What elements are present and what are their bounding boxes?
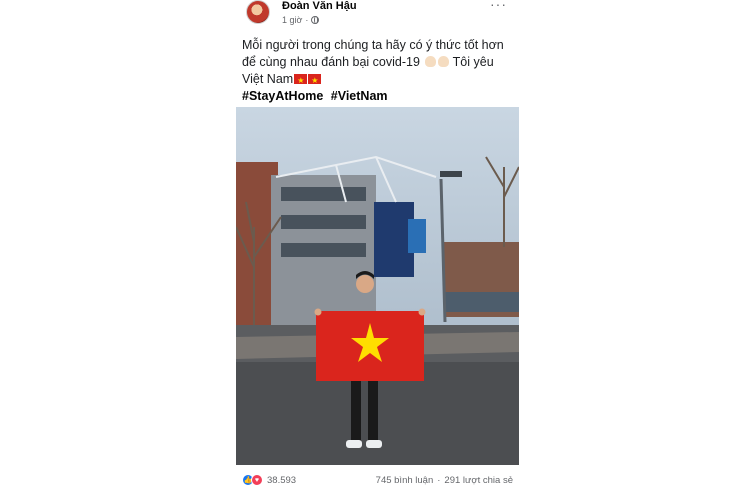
hand-right [418,308,426,316]
hashtags: #StayAtHome #VietNam [242,88,512,105]
club-logo [408,219,426,253]
hand-left [314,308,322,316]
love-icon: ♥ [251,474,263,486]
stadium-windows [281,187,366,257]
caption-line-3-text: Tôi yêu [452,55,494,69]
meta-separator: · [305,15,309,25]
caption-line-4: Việt Nam [242,71,512,89]
shoe-right [366,440,382,448]
lamp-head [440,171,462,177]
stats-separator: · [437,475,441,486]
muscle-emoji-icon [425,56,437,67]
hashtag-stayathome[interactable]: #StayAtHome [242,89,323,103]
author-name[interactable]: Đoàn Văn Hậu [282,0,357,12]
shoe-left [346,440,362,448]
vietnam-flag-emoji-icon [308,72,322,89]
post-photo[interactable] [236,107,519,465]
author-avatar[interactable] [246,0,270,24]
share-count[interactable]: 291 lượt chia sẻ [444,475,513,486]
post-meta: 1 giờ · [282,15,320,25]
comment-count[interactable]: 745 bình luận [376,475,434,486]
post-caption: Mỗi người trong chúng ta hãy có ý thức t… [242,37,512,105]
hashtag-vietnam[interactable]: #VietNam [331,89,388,103]
right-building-base [444,292,519,312]
post-footer: 👍 ♥ 38.593 745 bình luận · 291 lượt chia… [236,470,519,492]
more-options-icon[interactable]: ··· [490,0,507,12]
reaction-count: 38.593 [267,474,297,486]
vietnam-flag-emoji-icon [294,72,308,89]
person-leg-left [351,379,361,441]
photo-illustration [236,107,519,465]
post-time[interactable]: 1 giờ [282,15,302,25]
reactions-summary[interactable]: 👍 ♥ 38.593 [242,474,296,486]
caption-line-1: Mỗi người trong chúng ta hãy có ý thức t… [242,38,504,52]
caption-line-2: để cùng nhau đánh bại covid-19 Tôi yêu [242,54,512,71]
person-head [356,275,374,293]
globe-icon [311,16,320,24]
caption-line-2-text: để cùng nhau đánh bại covid-19 [242,55,420,69]
muscle-emoji-icon [438,56,450,67]
facebook-post: Đoàn Văn Hậu 1 giờ · ··· Mỗi người trong… [236,0,519,500]
engagement-stats: 745 bình luận · 291 lượt chia sẻ [376,475,513,486]
post-header: Đoàn Văn Hậu 1 giờ · ··· [242,0,519,30]
person-leg-right [368,379,378,441]
caption-line-4-text: Việt Nam [242,72,294,86]
